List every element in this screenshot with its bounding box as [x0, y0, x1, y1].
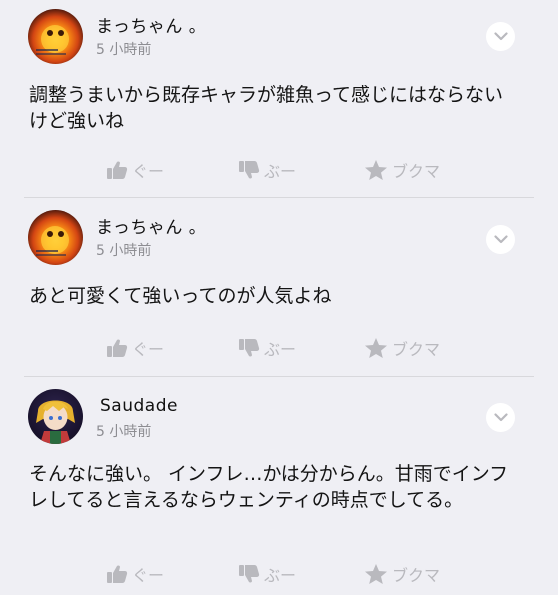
star-icon — [365, 338, 387, 358]
comment-menu-button[interactable] — [486, 403, 515, 432]
timestamp: 5 小時前 — [96, 42, 152, 58]
comment-menu-button[interactable] — [486, 22, 515, 51]
user-avatar[interactable] — [28, 389, 83, 444]
fire-avatar-icon — [36, 25, 69, 55]
comment-actions: ぐー ぶー ブクマ — [0, 335, 558, 361]
timestamp: 5 小時前 — [96, 243, 152, 259]
comment-item: まっちゃん 。 5 小時前 あと可愛くて強いってのが人気よね ぐー ぶー ブクマ — [0, 198, 558, 376]
bad-label: ぶー — [264, 162, 297, 181]
timestamp: 5 小時前 — [96, 424, 152, 440]
bookmark-button[interactable]: ブクマ — [364, 561, 440, 587]
bad-button[interactable]: ぶー — [238, 157, 296, 183]
good-button[interactable]: ぐー — [106, 335, 164, 361]
comment-text: 調整うまいから既存キャラが雑魚って感じにはならないけど強いね — [29, 84, 504, 132]
comment-item: Saudade 5 小時前 そんなに強い。 インフレ…かは分からん。甘雨でインフ… — [0, 377, 558, 595]
username[interactable]: まっちゃん 。 — [96, 213, 206, 238]
comment-actions: ぐー ぶー ブクマ — [0, 561, 558, 587]
bad-button[interactable]: ぶー — [238, 335, 296, 361]
username[interactable]: Saudade — [100, 396, 178, 416]
user-avatar[interactable] — [28, 9, 83, 64]
good-label: ぐー — [132, 340, 165, 359]
bookmark-label: ブクマ — [392, 566, 441, 585]
thumbs-up-icon — [107, 565, 128, 583]
good-button[interactable]: ぐー — [106, 157, 164, 183]
good-label: ぐー — [132, 162, 165, 181]
comment-actions: ぐー ぶー ブクマ — [0, 157, 558, 183]
bad-label: ぶー — [264, 566, 297, 585]
chevron-down-icon — [493, 235, 508, 244]
bad-label: ぶー — [264, 340, 297, 359]
character-avatar-icon — [36, 400, 75, 444]
bookmark-button[interactable]: ブクマ — [364, 157, 440, 183]
thumbs-down-icon — [239, 565, 260, 583]
star-icon — [365, 564, 387, 584]
good-button[interactable]: ぐー — [106, 561, 164, 587]
user-avatar[interactable] — [28, 210, 83, 265]
bookmark-button[interactable]: ブクマ — [364, 335, 440, 361]
bookmark-label: ブクマ — [392, 340, 441, 359]
thumbs-down-icon — [239, 161, 260, 179]
bad-button[interactable]: ぶー — [238, 561, 296, 587]
bookmark-label: ブクマ — [392, 162, 441, 181]
username[interactable]: まっちゃん 。 — [96, 12, 206, 37]
chevron-down-icon — [493, 413, 508, 422]
comment-menu-button[interactable] — [486, 225, 515, 254]
thumbs-up-icon — [107, 161, 128, 179]
good-label: ぐー — [132, 566, 165, 585]
thumbs-up-icon — [107, 339, 128, 357]
comment-text: そんなに強い。 インフレ…かは分からん。甘雨でインフレしてると言えるならウェンテ… — [29, 463, 509, 511]
fire-avatar-icon — [36, 226, 69, 256]
comment-item: まっちゃん 。 5 小時前 調整うまいから既存キャラが雑魚って感じにはならないけ… — [0, 0, 558, 197]
comment-text: あと可愛くて強いってのが人気よね — [29, 285, 332, 307]
thumbs-down-icon — [239, 339, 260, 357]
star-icon — [365, 160, 387, 180]
chevron-down-icon — [493, 32, 508, 41]
